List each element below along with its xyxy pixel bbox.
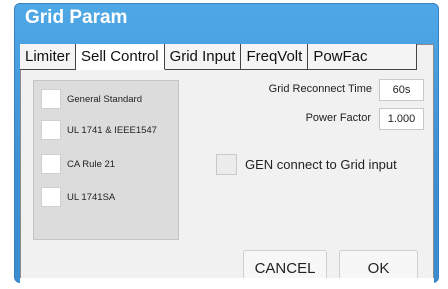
gen-connect-label: GEN connect to Grid input	[245, 157, 397, 172]
tab-powfac[interactable]: PowFac	[308, 44, 417, 70]
standard-ul1741sa-label: UL 1741SA	[67, 191, 116, 203]
standard-ul1741sa[interactable]: UL 1741SA	[41, 186, 115, 208]
dialog-title: Grid Param	[25, 7, 128, 28]
standard-ca-rule-21-checkbox[interactable]	[41, 154, 61, 174]
standard-ul1741-ieee1547[interactable]: UL 1741 & IEEE1547	[41, 119, 157, 141]
tab-freqvolt[interactable]: FreqVolt	[241, 44, 309, 70]
tab-sell-control[interactable]: Sell Control	[76, 44, 165, 70]
standard-general[interactable]: General Standard	[41, 88, 142, 110]
standard-general-label: General Standard	[67, 93, 142, 105]
gen-connect-option[interactable]: GEN connect to Grid input	[216, 154, 397, 175]
tab-limiter[interactable]: Limiter	[20, 44, 77, 70]
right-edge	[440, 3, 448, 283]
standard-general-checkbox[interactable]	[41, 89, 61, 109]
standard-ul1741sa-checkbox[interactable]	[41, 187, 61, 207]
standard-ca-rule-21[interactable]: CA Rule 21	[41, 153, 115, 175]
bottom-edge	[20, 278, 434, 289]
grid-reconnect-time-label: Grid Reconnect Time	[268, 83, 372, 95]
standard-ul1741-ieee1547-label: UL 1741 & IEEE1547	[67, 124, 157, 136]
gen-connect-checkbox[interactable]	[216, 154, 237, 175]
tab-bar: Limiter Sell Control Grid Input FreqVolt…	[20, 44, 417, 70]
power-factor-label: Power Factor	[305, 112, 371, 124]
standards-group: General Standard UL 1741 & IEEE1547 CA R…	[33, 80, 179, 240]
standard-ca-rule-21-label: CA Rule 21	[67, 158, 116, 170]
tab-grid-input[interactable]: Grid Input	[164, 44, 242, 70]
standard-ul1741-ieee1547-checkbox[interactable]	[41, 120, 61, 140]
grid-reconnect-time-input[interactable]: 60s	[379, 79, 424, 101]
power-factor-input[interactable]: 1.000	[379, 108, 424, 130]
